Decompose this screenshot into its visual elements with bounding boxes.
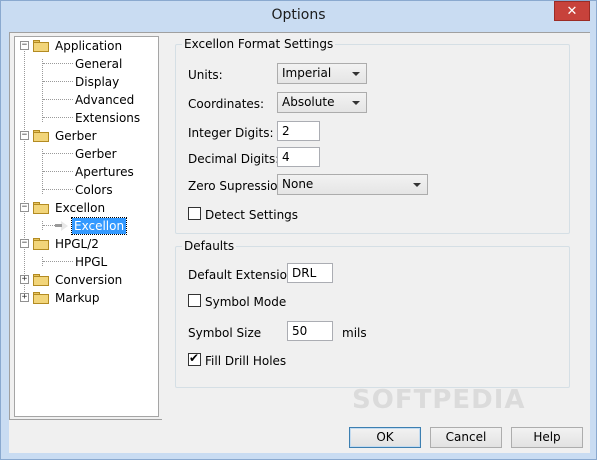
group-title: Defaults xyxy=(182,239,237,253)
detect-settings-label: Detect Settings xyxy=(205,208,299,222)
title-bar[interactable]: Options ✕ xyxy=(1,1,596,31)
folder-icon xyxy=(33,274,49,286)
chevron-down-icon xyxy=(413,183,421,187)
symbol-size-label: Symbol Size xyxy=(188,326,262,340)
close-icon: ✕ xyxy=(566,3,578,19)
tree-item-label: Application xyxy=(55,39,123,53)
dialog-client: − Application General Display Advanced E… xyxy=(9,32,590,420)
arrow-right-icon xyxy=(55,220,69,232)
tree-item-advanced[interactable]: Advanced xyxy=(73,91,136,109)
tree-item-extensions[interactable]: Extensions xyxy=(73,109,142,127)
window-title: Options xyxy=(271,7,326,23)
tree-item-label: HPGL xyxy=(75,255,108,269)
symbol-size-unit: mils xyxy=(342,326,367,340)
tree-item-label: Excellon xyxy=(70,217,128,235)
tree-item-excellon-group[interactable]: Excellon xyxy=(33,199,107,217)
tree-item-label: Extensions xyxy=(75,111,141,125)
ok-button[interactable]: OK xyxy=(349,427,421,448)
tree-item-hpgl-group[interactable]: HPGL/2 xyxy=(33,235,101,253)
tree-item-hpgl[interactable]: HPGL xyxy=(73,253,109,271)
units-label: Units: xyxy=(188,68,223,82)
tree-item-label: Gerber xyxy=(75,147,117,161)
zero-suppression-value: None xyxy=(282,177,314,191)
tree-item-label: Gerber xyxy=(55,129,97,143)
folder-icon xyxy=(33,202,49,214)
close-button[interactable]: ✕ xyxy=(554,1,590,21)
help-button[interactable]: Help xyxy=(511,427,583,448)
tree-line-application xyxy=(42,59,43,122)
defaults-group: Defaults Default Extension DRL Symbol Mo… xyxy=(175,239,570,388)
tree-item-label: Excellon xyxy=(55,201,106,215)
coordinates-select[interactable]: Absolute xyxy=(277,92,367,113)
symbol-size-input[interactable]: 50 xyxy=(287,321,333,341)
expand-hpgl-toggle[interactable]: − xyxy=(20,239,29,248)
folder-icon xyxy=(33,238,49,250)
tree-item-label: Display xyxy=(75,75,120,89)
fill-drill-holes-label: Fill Drill Holes xyxy=(205,354,287,368)
button-bar: OK Cancel Help xyxy=(9,420,590,453)
watermark: SOFTPEDIA xyxy=(352,385,526,415)
default-extension-label: Default Extension xyxy=(188,268,295,282)
group-title: Excellon Format Settings xyxy=(182,37,336,51)
tree-item-label: General xyxy=(75,57,123,71)
tree-item-colors[interactable]: Colors xyxy=(73,181,115,199)
options-dialog: Options ✕ − Application General Display … xyxy=(0,0,597,460)
tree-item-gerber[interactable]: Gerber xyxy=(73,145,119,163)
zero-suppression-select[interactable]: None xyxy=(277,174,428,195)
symbol-mode-checkbox[interactable] xyxy=(188,294,201,307)
zero-suppression-label: Zero Supression: xyxy=(188,179,290,193)
tree-item-label: Colors xyxy=(75,183,113,197)
format-settings-group: Excellon Format Settings Units: Imperial… xyxy=(175,37,570,234)
chevron-down-icon xyxy=(352,72,360,76)
decimal-digits-input[interactable]: 4 xyxy=(277,147,320,167)
tree-item-markup[interactable]: Markup xyxy=(33,289,101,307)
tree-item-label: Conversion xyxy=(55,273,123,287)
tree-root-line xyxy=(24,51,25,300)
folder-icon xyxy=(33,130,49,142)
options-tree[interactable]: − Application General Display Advanced E… xyxy=(14,36,159,417)
symbol-mode-label: Symbol Mode xyxy=(205,295,287,309)
coordinates-label: Coordinates: xyxy=(188,97,265,111)
folder-icon xyxy=(33,292,49,304)
coordinates-value: Absolute xyxy=(282,95,335,109)
expand-markup-toggle[interactable]: + xyxy=(20,293,29,302)
tree-item-display[interactable]: Display xyxy=(73,73,121,91)
default-extension-input[interactable]: DRL xyxy=(287,263,333,283)
fill-drill-holes-checkbox[interactable] xyxy=(188,351,201,366)
units-value: Imperial xyxy=(282,66,332,80)
units-select[interactable]: Imperial xyxy=(277,63,367,84)
decimal-digits-label: Decimal Digits: xyxy=(188,152,280,166)
tree-item-label: Apertures xyxy=(75,165,134,179)
folder-icon xyxy=(33,40,49,52)
settings-panel: Excellon Format Settings Units: Imperial… xyxy=(162,33,590,420)
tree-item-label: Advanced xyxy=(75,93,135,107)
tree-item-apertures[interactable]: Apertures xyxy=(73,163,136,181)
tree-item-label: HPGL/2 xyxy=(55,237,99,251)
tree-item-excellon[interactable]: Excellon xyxy=(55,217,128,235)
tree-item-application[interactable]: Application xyxy=(33,37,124,55)
expand-application-toggle[interactable]: − xyxy=(20,41,29,50)
cancel-button[interactable]: Cancel xyxy=(430,427,502,448)
tree-item-conversion[interactable]: Conversion xyxy=(33,271,124,289)
expand-excellon-toggle[interactable]: − xyxy=(20,203,29,212)
expand-gerber-toggle[interactable]: − xyxy=(20,131,29,140)
tree-item-gerber-group[interactable]: Gerber xyxy=(33,127,99,145)
tree-item-label: Markup xyxy=(55,291,100,305)
chevron-down-icon xyxy=(352,101,360,105)
expand-conversion-toggle[interactable]: + xyxy=(20,275,29,284)
integer-digits-input[interactable]: 2 xyxy=(277,121,320,141)
integer-digits-label: Integer Digits: xyxy=(188,126,274,140)
detect-settings-checkbox[interactable] xyxy=(188,207,201,220)
tree-item-general[interactable]: General xyxy=(73,55,124,73)
